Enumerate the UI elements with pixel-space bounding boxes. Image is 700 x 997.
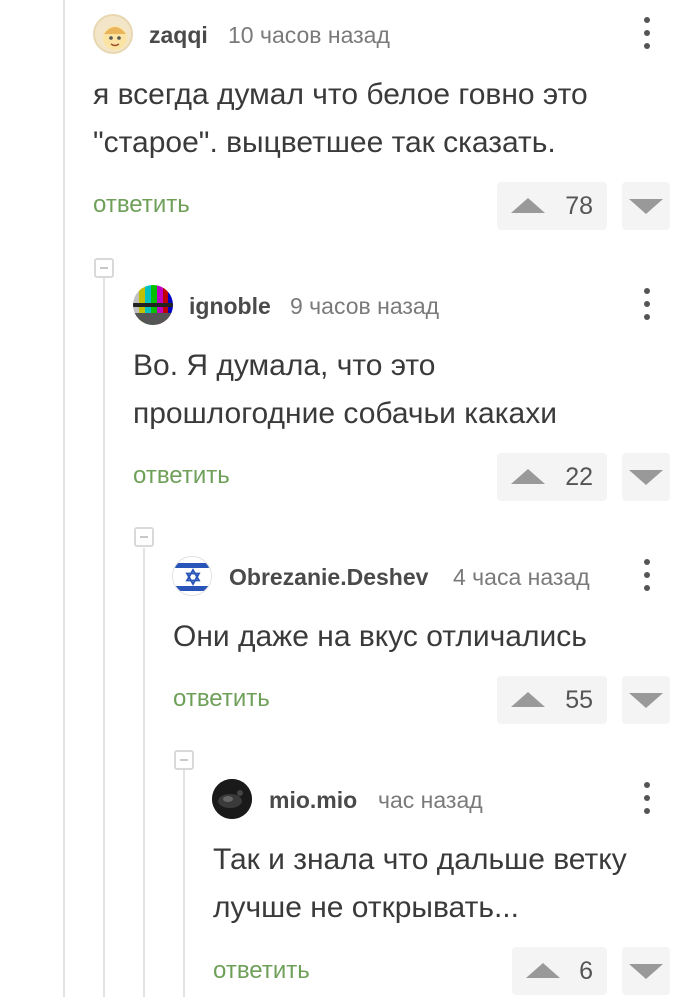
dark-photo-avatar-icon <box>212 779 252 819</box>
comment-text: Они даже на вкус отличались <box>173 620 587 653</box>
upvote-button[interactable]: 55 <box>497 676 607 724</box>
arrow-up-icon <box>511 469 545 484</box>
arrow-up-icon <box>511 198 545 213</box>
downvote-button[interactable] <box>622 453 670 501</box>
comment-header: Obrezanie.Deshev 4 часа назад <box>0 556 700 596</box>
comment: mio.mio час назад Так и знала что дальше… <box>0 779 700 997</box>
arrow-down-icon <box>629 199 663 214</box>
reply-link[interactable]: ответить <box>133 462 230 490</box>
arrow-down-icon <box>629 470 663 485</box>
upvote-button[interactable]: 78 <box>497 182 607 230</box>
user-avatar[interactable] <box>172 556 212 596</box>
collapse-thread-button[interactable] <box>134 527 154 547</box>
israel-flag-avatar-icon <box>173 557 211 595</box>
cartoon-face-avatar-icon <box>103 26 127 50</box>
more-options-icon[interactable] <box>641 15 653 51</box>
comment-time[interactable]: 4 часа назад <box>453 564 590 591</box>
reply-link[interactable]: ответить <box>93 191 190 219</box>
collapse-thread-button[interactable] <box>94 258 114 278</box>
comment-header: ignoble 9 часов назад <box>0 285 700 325</box>
reply-link[interactable]: ответить <box>213 957 310 985</box>
more-options-icon[interactable] <box>641 557 653 593</box>
comment-header: zaqqi 10 часов назад <box>0 14 700 54</box>
comment-header: mio.mio час назад <box>0 779 700 819</box>
arrow-down-icon <box>629 693 663 708</box>
comment: zaqqi 10 часов назад я всегда думал что … <box>0 14 700 234</box>
downvote-button[interactable] <box>622 676 670 724</box>
rating-count: 22 <box>565 463 593 491</box>
more-options-icon[interactable] <box>641 780 653 816</box>
user-avatar[interactable] <box>93 14 133 54</box>
collapse-thread-button[interactable] <box>174 750 194 770</box>
more-options-icon[interactable] <box>641 286 653 322</box>
comment: ignoble 9 часов назад Во. Я думала, что … <box>0 285 700 505</box>
reply-link[interactable]: ответить <box>173 685 270 713</box>
user-avatar[interactable] <box>133 285 173 325</box>
username[interactable]: mio.mio <box>269 787 357 814</box>
comment-text: Во. Я думала, что это прошлогодние собач… <box>133 349 557 430</box>
arrow-down-icon <box>629 964 663 979</box>
tv-test-pattern-avatar-icon <box>133 285 173 325</box>
downvote-button[interactable] <box>622 182 670 230</box>
arrow-up-icon <box>511 692 545 707</box>
comment: Obrezanie.Deshev 4 часа назад Они даже н… <box>0 556 700 726</box>
user-avatar[interactable] <box>212 779 252 819</box>
rating-count: 78 <box>565 192 593 220</box>
username[interactable]: Obrezanie.Deshev <box>229 564 428 591</box>
upvote-button[interactable]: 22 <box>497 453 607 501</box>
downvote-button[interactable] <box>622 947 670 995</box>
comment-time[interactable]: 9 часов назад <box>290 293 439 320</box>
rating-count: 55 <box>565 686 593 714</box>
comment-time[interactable]: час назад <box>378 787 483 814</box>
comment-text: я всегда думал что белое говно это "стар… <box>93 78 588 159</box>
upvote-button[interactable]: 6 <box>512 947 607 995</box>
comment-text: Так и знала что дальше ветку лучше не от… <box>213 843 627 924</box>
rating-count: 6 <box>579 957 593 985</box>
comment-time[interactable]: 10 часов назад <box>228 22 390 49</box>
username[interactable]: zaqqi <box>149 22 208 49</box>
username[interactable]: ignoble <box>189 293 271 320</box>
arrow-up-icon <box>526 963 560 978</box>
